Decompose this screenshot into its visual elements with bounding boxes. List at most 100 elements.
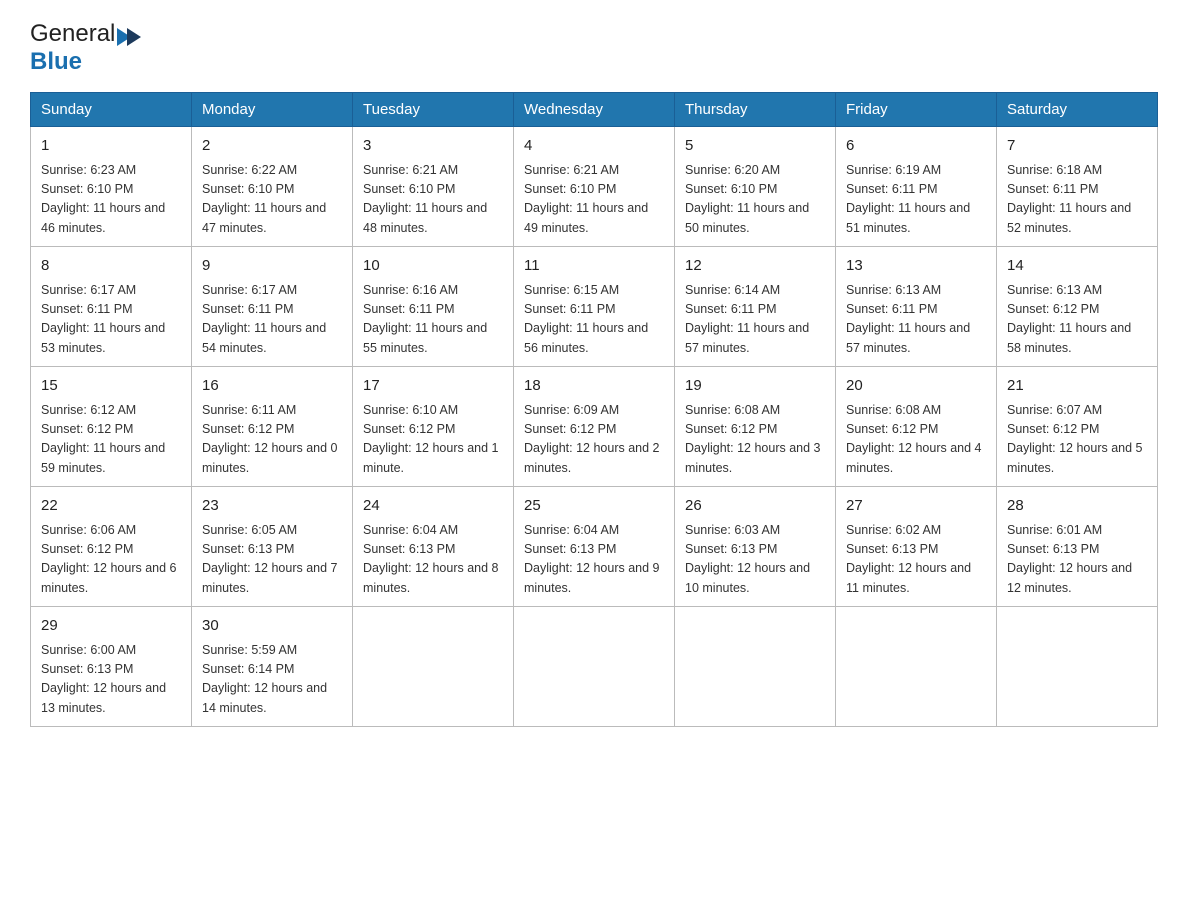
day-info: Sunrise: 5:59 AMSunset: 6:14 PMDaylight:…	[202, 641, 342, 719]
day-info: Sunrise: 6:03 AMSunset: 6:13 PMDaylight:…	[685, 521, 825, 599]
day-info: Sunrise: 6:11 AMSunset: 6:12 PMDaylight:…	[202, 401, 342, 479]
day-info: Sunrise: 6:20 AMSunset: 6:10 PMDaylight:…	[685, 161, 825, 239]
day-number: 30	[202, 615, 342, 638]
calendar-cell: 23 Sunrise: 6:05 AMSunset: 6:13 PMDayligh…	[192, 487, 353, 607]
calendar-week-1: 1 Sunrise: 6:23 AMSunset: 6:10 PMDaylight…	[31, 127, 1158, 247]
calendar-week-2: 8 Sunrise: 6:17 AMSunset: 6:11 PMDaylight…	[31, 247, 1158, 367]
day-number: 26	[685, 495, 825, 518]
day-info: Sunrise: 6:18 AMSunset: 6:11 PMDaylight:…	[1007, 161, 1147, 239]
calendar-cell: 1 Sunrise: 6:23 AMSunset: 6:10 PMDaylight…	[31, 127, 192, 247]
calendar-cell: 26 Sunrise: 6:03 AMSunset: 6:13 PMDayligh…	[675, 487, 836, 607]
calendar-cell: 2 Sunrise: 6:22 AMSunset: 6:10 PMDaylight…	[192, 127, 353, 247]
day-info: Sunrise: 6:02 AMSunset: 6:13 PMDaylight:…	[846, 521, 986, 599]
day-number: 14	[1007, 255, 1147, 278]
day-number: 7	[1007, 135, 1147, 158]
day-number: 6	[846, 135, 986, 158]
calendar-cell: 29Sunrise: 6:00 AMSunset: 6:13 PMDayligh…	[31, 607, 192, 727]
calendar-cell: 14 Sunrise: 6:13 AMSunset: 6:12 PMDayligh…	[997, 247, 1158, 367]
day-number: 16	[202, 375, 342, 398]
calendar-week-4: 22 Sunrise: 6:06 AMSunset: 6:12 PMDayligh…	[31, 487, 1158, 607]
day-number: 28	[1007, 495, 1147, 518]
header-cell-thursday: Thursday	[675, 93, 836, 127]
day-info: Sunrise: 6:14 AMSunset: 6:11 PMDaylight:…	[685, 281, 825, 359]
calendar-table: SundayMondayTuesdayWednesdayThursdayFrid…	[30, 92, 1158, 727]
day-info: Sunrise: 6:17 AMSunset: 6:11 PMDaylight:…	[41, 281, 181, 359]
calendar-cell: 17 Sunrise: 6:10 AMSunset: 6:12 PMDayligh…	[353, 367, 514, 487]
day-number: 17	[363, 375, 503, 398]
day-number: 8	[41, 255, 181, 278]
day-info: Sunrise: 6:05 AMSunset: 6:13 PMDaylight:…	[202, 521, 342, 599]
day-info: Sunrise: 6:04 AMSunset: 6:13 PMDaylight:…	[524, 521, 664, 599]
calendar-cell: 16 Sunrise: 6:11 AMSunset: 6:12 PMDayligh…	[192, 367, 353, 487]
day-info: Sunrise: 6:09 AMSunset: 6:12 PMDaylight:…	[524, 401, 664, 479]
header-cell-saturday: Saturday	[997, 93, 1158, 127]
day-number: 5	[685, 135, 825, 158]
day-number: 23	[202, 495, 342, 518]
day-info: Sunrise: 6:00 AMSunset: 6:13 PMDaylight:…	[41, 641, 181, 719]
day-number: 19	[685, 375, 825, 398]
day-info: Sunrise: 6:21 AMSunset: 6:10 PMDaylight:…	[363, 161, 503, 239]
day-info: Sunrise: 6:23 AMSunset: 6:10 PMDaylight:…	[41, 161, 181, 239]
header-cell-sunday: Sunday	[31, 93, 192, 127]
calendar-cell: 10Sunrise: 6:16 AMSunset: 6:11 PMDayligh…	[353, 247, 514, 367]
header-cell-tuesday: Tuesday	[353, 93, 514, 127]
day-info: Sunrise: 6:22 AMSunset: 6:10 PMDaylight:…	[202, 161, 342, 239]
calendar-cell: 11 Sunrise: 6:15 AMSunset: 6:11 PMDayligh…	[514, 247, 675, 367]
day-info: Sunrise: 6:15 AMSunset: 6:11 PMDaylight:…	[524, 281, 664, 359]
logo-arrow-dark-icon	[127, 28, 141, 46]
day-info: Sunrise: 6:13 AMSunset: 6:12 PMDaylight:…	[1007, 281, 1147, 359]
calendar-cell: 27 Sunrise: 6:02 AMSunset: 6:13 PMDayligh…	[836, 487, 997, 607]
calendar-cell: 20Sunrise: 6:08 AMSunset: 6:12 PMDayligh…	[836, 367, 997, 487]
calendar-cell: 5 Sunrise: 6:20 AMSunset: 6:10 PMDaylight…	[675, 127, 836, 247]
day-number: 12	[685, 255, 825, 278]
day-info: Sunrise: 6:06 AMSunset: 6:12 PMDaylight:…	[41, 521, 181, 599]
day-info: Sunrise: 6:17 AMSunset: 6:11 PMDaylight:…	[202, 281, 342, 359]
calendar-cell: 13 Sunrise: 6:13 AMSunset: 6:11 PMDayligh…	[836, 247, 997, 367]
calendar-cell: 30 Sunrise: 5:59 AMSunset: 6:14 PMDayligh…	[192, 607, 353, 727]
calendar-cell: 28 Sunrise: 6:01 AMSunset: 6:13 PMDayligh…	[997, 487, 1158, 607]
calendar-cell: 19 Sunrise: 6:08 AMSunset: 6:12 PMDayligh…	[675, 367, 836, 487]
logo-general-text: General	[30, 20, 115, 47]
calendar-cell	[675, 607, 836, 727]
logo-blue-text: Blue	[30, 48, 82, 75]
day-number: 24	[363, 495, 503, 518]
page-header: General Blue	[30, 20, 1158, 76]
calendar-cell: 21Sunrise: 6:07 AMSunset: 6:12 PMDayligh…	[997, 367, 1158, 487]
calendar-cell: 24 Sunrise: 6:04 AMSunset: 6:13 PMDayligh…	[353, 487, 514, 607]
day-number: 1	[41, 135, 181, 158]
header-cell-monday: Monday	[192, 93, 353, 127]
day-number: 25	[524, 495, 664, 518]
logo: General Blue	[30, 20, 141, 76]
day-info: Sunrise: 6:13 AMSunset: 6:11 PMDaylight:…	[846, 281, 986, 359]
calendar-cell: 3 Sunrise: 6:21 AMSunset: 6:10 PMDaylight…	[353, 127, 514, 247]
calendar-header: SundayMondayTuesdayWednesdayThursdayFrid…	[31, 93, 1158, 127]
day-info: Sunrise: 6:21 AMSunset: 6:10 PMDaylight:…	[524, 161, 664, 239]
calendar-cell	[514, 607, 675, 727]
day-number: 22	[41, 495, 181, 518]
day-number: 27	[846, 495, 986, 518]
day-number: 3	[363, 135, 503, 158]
day-number: 11	[524, 255, 664, 278]
day-number: 2	[202, 135, 342, 158]
calendar-body: 1 Sunrise: 6:23 AMSunset: 6:10 PMDaylight…	[31, 127, 1158, 727]
day-number: 21	[1007, 375, 1147, 398]
calendar-cell	[353, 607, 514, 727]
calendar-cell	[997, 607, 1158, 727]
calendar-cell	[836, 607, 997, 727]
day-number: 15	[41, 375, 181, 398]
day-info: Sunrise: 6:04 AMSunset: 6:13 PMDaylight:…	[363, 521, 503, 599]
day-info: Sunrise: 6:10 AMSunset: 6:12 PMDaylight:…	[363, 401, 503, 479]
calendar-week-5: 29Sunrise: 6:00 AMSunset: 6:13 PMDayligh…	[31, 607, 1158, 727]
day-info: Sunrise: 6:08 AMSunset: 6:12 PMDaylight:…	[685, 401, 825, 479]
day-number: 13	[846, 255, 986, 278]
header-cell-friday: Friday	[836, 93, 997, 127]
day-info: Sunrise: 6:01 AMSunset: 6:13 PMDaylight:…	[1007, 521, 1147, 599]
day-info: Sunrise: 6:16 AMSunset: 6:11 PMDaylight:…	[363, 281, 503, 359]
calendar-cell: 15 Sunrise: 6:12 AMSunset: 6:12 PMDayligh…	[31, 367, 192, 487]
calendar-cell: 7 Sunrise: 6:18 AMSunset: 6:11 PMDaylight…	[997, 127, 1158, 247]
calendar-cell: 25 Sunrise: 6:04 AMSunset: 6:13 PMDayligh…	[514, 487, 675, 607]
day-info: Sunrise: 6:12 AMSunset: 6:12 PMDaylight:…	[41, 401, 181, 479]
header-row: SundayMondayTuesdayWednesdayThursdayFrid…	[31, 93, 1158, 127]
calendar-week-3: 15 Sunrise: 6:12 AMSunset: 6:12 PMDayligh…	[31, 367, 1158, 487]
day-number: 20	[846, 375, 986, 398]
